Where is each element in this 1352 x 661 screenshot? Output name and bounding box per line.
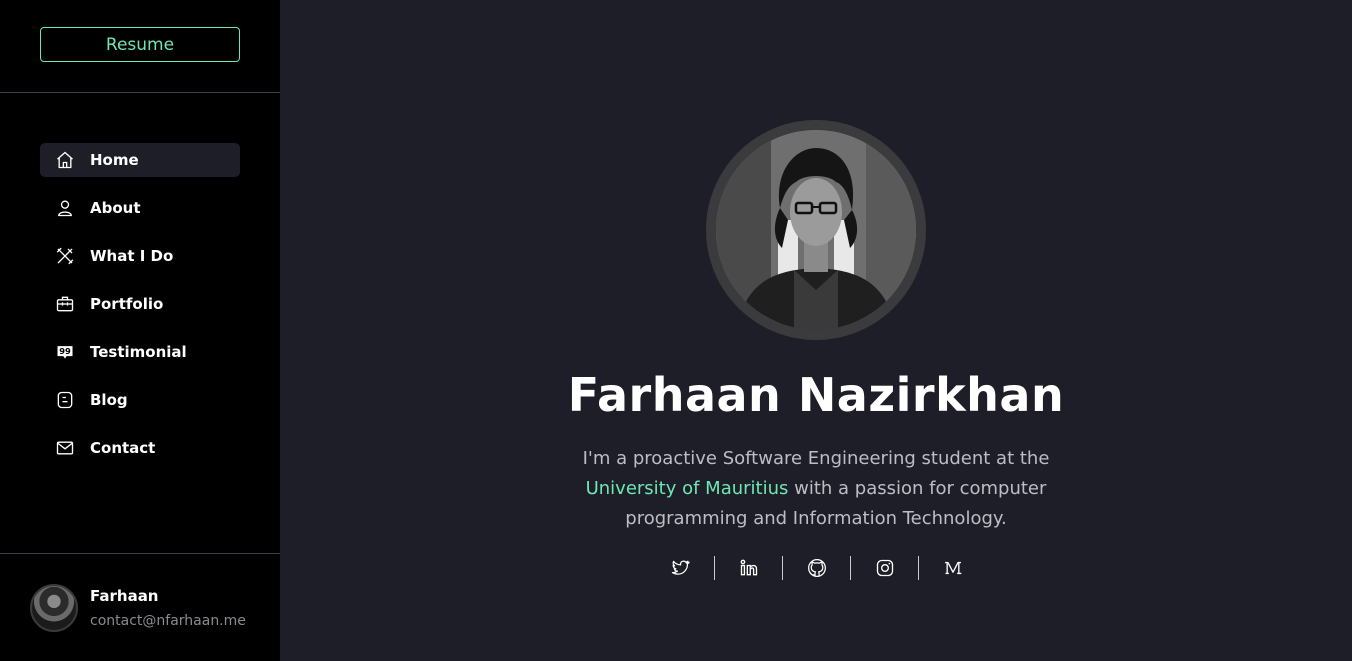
sidebar-profile: Farhaan contact@nfarhaan.me: [0, 553, 280, 661]
resume-button[interactable]: Resume: [40, 27, 240, 62]
sidebar-item-portfolio[interactable]: Portfolio: [40, 287, 240, 321]
resume-section: Resume: [0, 0, 280, 93]
social-links: [646, 556, 986, 580]
medium-icon: [944, 561, 961, 575]
profile-email[interactable]: contact@nfarhaan.me: [90, 613, 246, 629]
briefcase-icon: [54, 293, 76, 315]
sidebar-item-label: About: [90, 199, 141, 217]
sidebar-item-label: Home: [90, 151, 139, 169]
sidebar-item-label: Contact: [90, 439, 156, 457]
tools-icon: [54, 245, 76, 267]
page-title: Farhaan Nazirkhan: [567, 368, 1065, 422]
linkedin-link[interactable]: [714, 556, 782, 580]
sidebar-item-what-i-do[interactable]: What I Do: [40, 239, 240, 273]
envelope-icon: [54, 437, 76, 459]
sidebar: Resume Home About What I Do Portfolio 99…: [0, 0, 280, 661]
sidebar-item-label: Testimonial: [90, 343, 187, 361]
blog-icon: [54, 389, 76, 411]
sidebar-item-blog[interactable]: Blog: [40, 383, 240, 417]
sidebar-item-label: Portfolio: [90, 295, 164, 313]
avatar: [30, 583, 78, 632]
bio-text-start: I'm a proactive Software Engineering stu…: [582, 448, 1050, 469]
testimonial-icon: 99: [54, 341, 76, 363]
home-icon: [54, 149, 76, 171]
instagram-icon: [876, 559, 893, 577]
github-link[interactable]: [782, 556, 850, 580]
sidebar-item-contact[interactable]: Contact: [40, 431, 240, 465]
twitter-icon: [671, 560, 690, 575]
medium-link[interactable]: [918, 556, 986, 580]
sidebar-item-home[interactable]: Home: [40, 143, 240, 177]
instagram-link[interactable]: [850, 556, 918, 580]
sidebar-item-label: What I Do: [90, 247, 174, 265]
hero-portrait: [716, 130, 916, 330]
github-icon: [807, 559, 826, 577]
profile-name: Farhaan: [90, 586, 159, 605]
main-content: Farhaan Nazirkhan I'm a proactive Softwa…: [280, 0, 1352, 661]
sidebar-item-label: Blog: [90, 391, 128, 409]
svg-text:99: 99: [59, 346, 71, 356]
linkedin-icon: [740, 559, 757, 576]
user-icon: [54, 197, 76, 219]
university-highlight: University of Mauritius: [585, 478, 789, 499]
profile-info: Farhaan contact@nfarhaan.me: [90, 587, 246, 629]
sidebar-item-about[interactable]: About: [40, 191, 240, 225]
sidebar-nav: Home About What I Do Portfolio 99 Testim…: [0, 93, 280, 465]
sidebar-item-testimonial[interactable]: 99 Testimonial: [40, 335, 240, 369]
hero-avatar: [706, 120, 926, 340]
twitter-link[interactable]: [646, 556, 714, 580]
hero-bio: I'm a proactive Software Engineering stu…: [566, 444, 1066, 534]
